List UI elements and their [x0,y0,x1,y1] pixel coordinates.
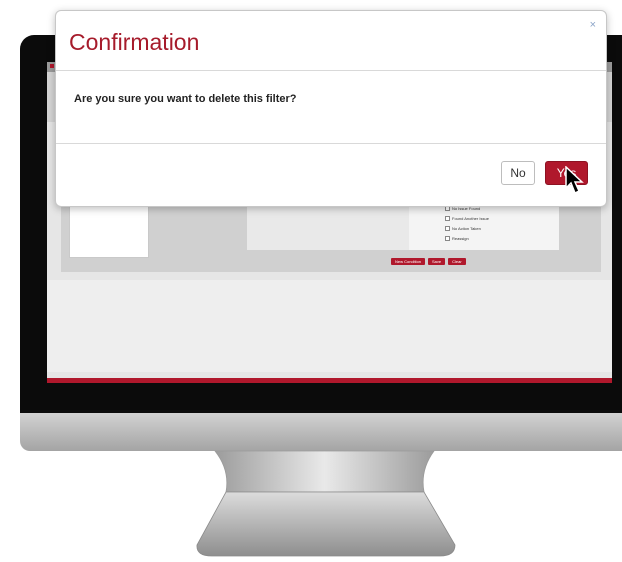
dialog-title: Confirmation [69,29,200,55]
confirmation-dialog: Confirmation × Are you sure you want to … [55,10,607,207]
close-icon[interactable]: × [590,19,596,31]
footer-divider [56,143,606,144]
no-button[interactable]: No [501,161,535,185]
dialog-message: Are you sure you want to delete this fil… [74,93,297,105]
header-divider [56,70,606,71]
mouse-pointer-icon [565,166,584,195]
